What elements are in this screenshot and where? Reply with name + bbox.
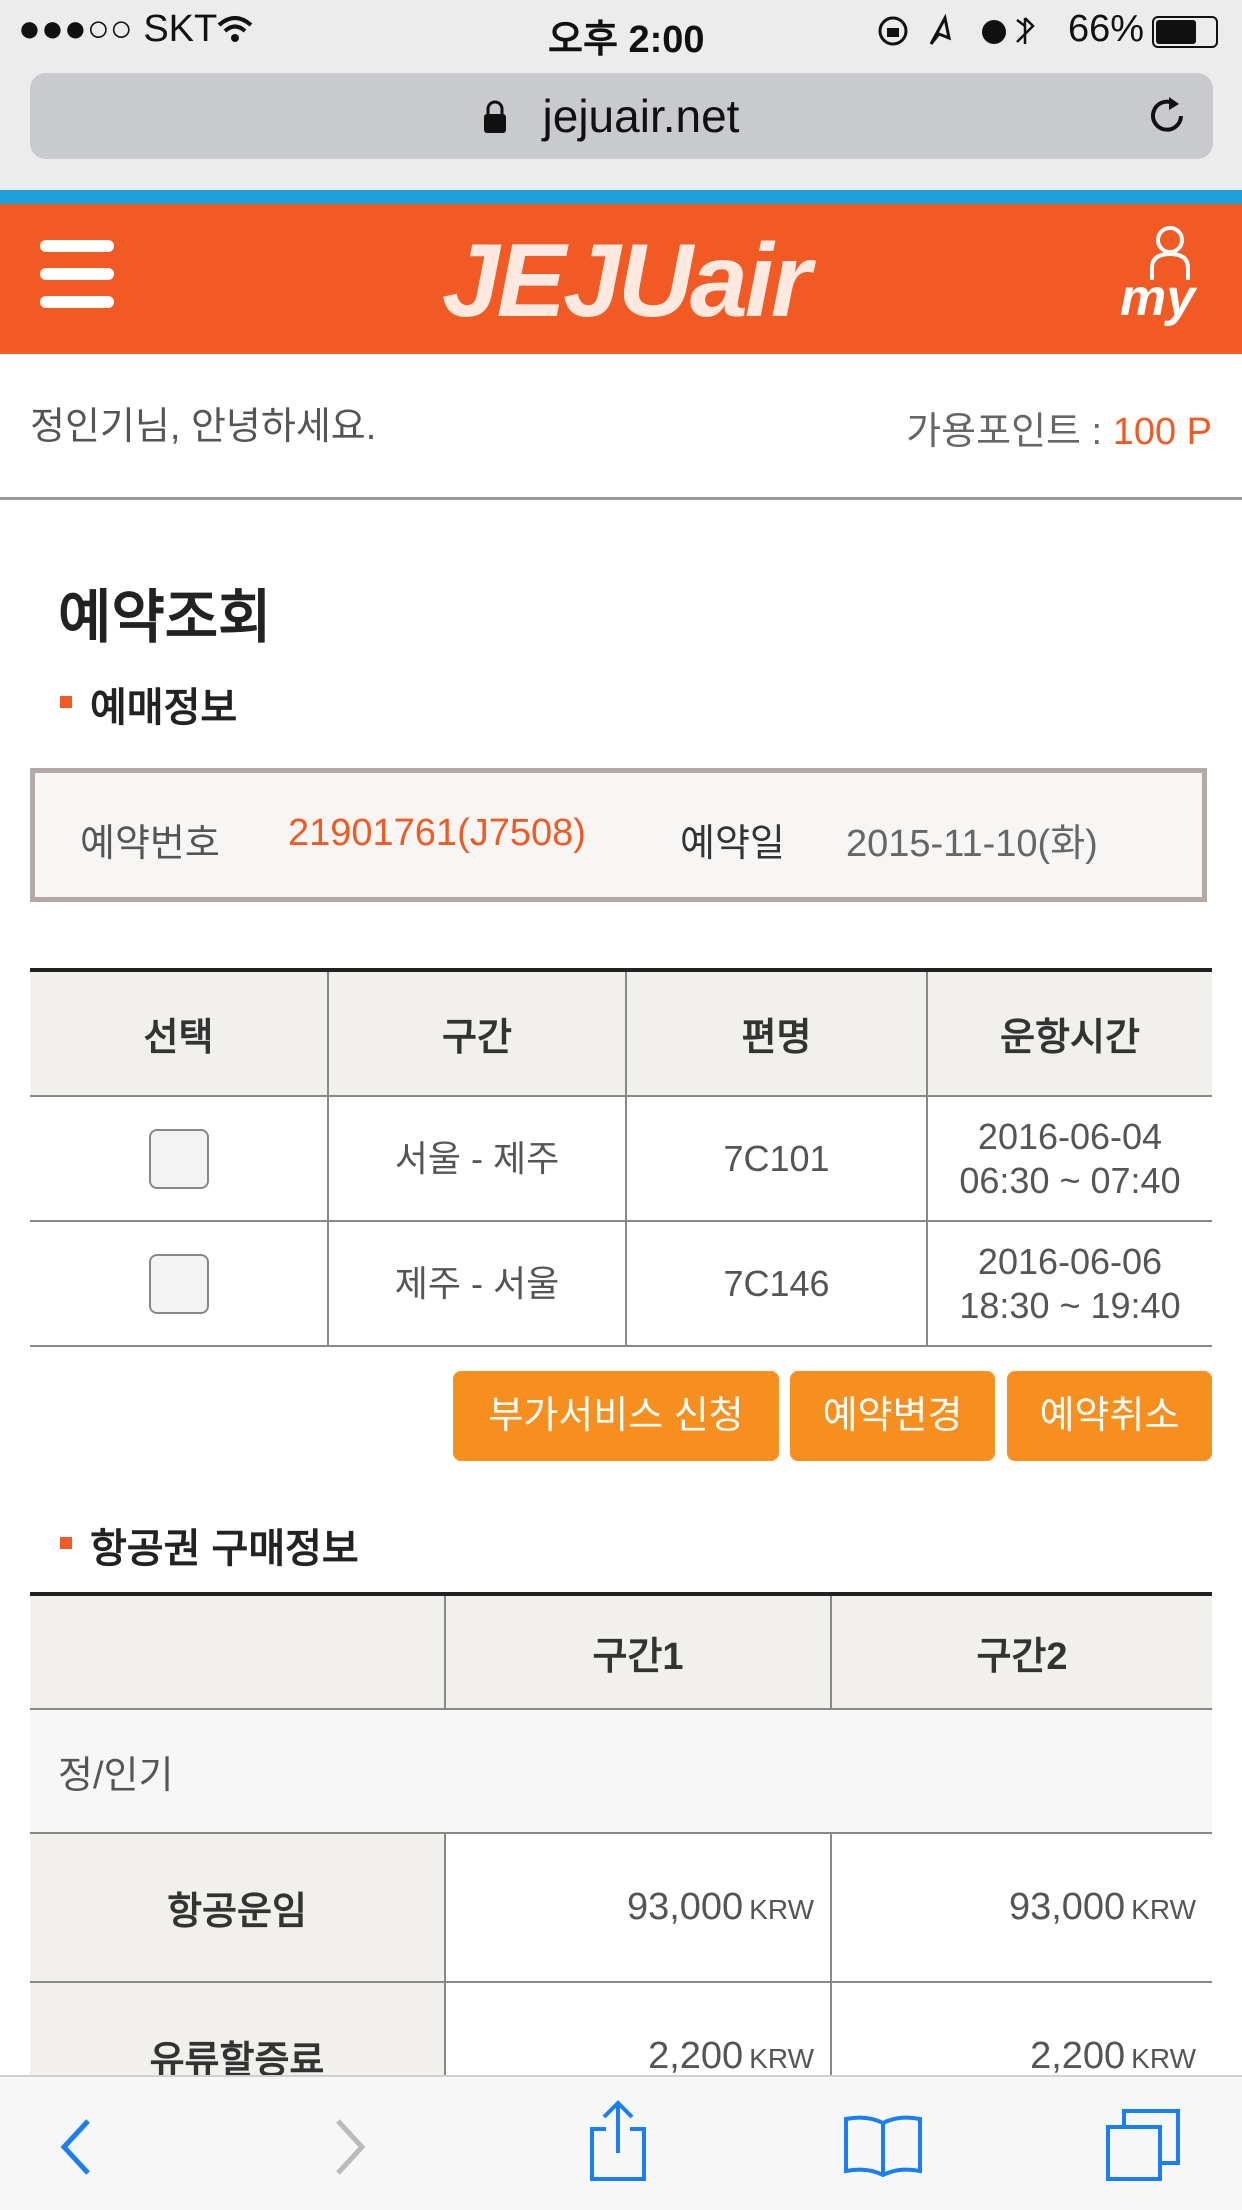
divider: [0, 497, 1242, 500]
route-cell: 서울 - 제주: [327, 1095, 627, 1222]
browser-toolbar: [0, 2075, 1242, 2210]
cancel-reservation-button[interactable]: 예약취소: [1007, 1371, 1212, 1461]
jejuair-logo[interactable]: JEJUair: [380, 222, 870, 341]
wifi-icon: [217, 16, 253, 42]
available-points: 가용포인트 : 100 P: [906, 400, 1212, 455]
schedule-cell: 2016-06-06 18:30 ~ 19:40: [926, 1220, 1212, 1347]
reservation-date-label: 예약일: [680, 823, 785, 865]
section-title-purchase: 항공권 구매정보: [90, 1527, 359, 1571]
schedule-cell: 2016-06-04 06:30 ~ 07:40: [926, 1095, 1212, 1222]
table-header-row: 선택 구간 편명 운항시간: [30, 970, 1212, 1097]
column-header: 구간: [327, 970, 627, 1097]
points-label: 가용포인트 :: [906, 411, 1113, 453]
purchase-table: 구간1 구간2 정/인기 항공운임 93,000 KRW 93,000 KRW 유류…: [30, 1592, 1212, 2132]
battery-percent: 66%: [1068, 8, 1145, 50]
select-cell: [30, 1220, 329, 1347]
column-header: 구간2: [830, 1594, 1212, 1710]
forward-icon[interactable]: [330, 2117, 370, 2177]
fare-label: 항공운임: [30, 1832, 446, 1983]
back-icon[interactable]: [56, 2117, 96, 2177]
carrier: ●●●○○ SKT: [18, 8, 218, 50]
amount: 93,000: [626, 1886, 744, 1928]
flight-select-checkbox[interactable]: [148, 1128, 209, 1189]
reservation-number-value: 21901761(J7508): [288, 812, 586, 854]
menu-icon[interactable]: [40, 240, 114, 312]
accent-bar: [0, 190, 1242, 204]
column-header: 운항시간: [926, 970, 1212, 1097]
status-icons: [878, 14, 1035, 46]
change-reservation-button[interactable]: 예약변경: [790, 1371, 995, 1461]
column-header: 편명: [625, 970, 928, 1097]
passenger-name: 정/인기: [30, 1708, 1212, 1834]
status-bar: ●●●○○ SKT 오후 2:00 66%: [0, 0, 1242, 61]
share-icon[interactable]: [588, 2099, 648, 2183]
fare-seg1: 93,000 KRW: [444, 1832, 832, 1983]
amount: 2,200: [648, 2035, 744, 2077]
bookmarks-icon[interactable]: [842, 2113, 924, 2177]
addon-service-button[interactable]: 부가서비스 신청: [453, 1371, 779, 1461]
reload-icon[interactable]: [1145, 94, 1189, 138]
flight-number-cell: 7C101: [625, 1095, 928, 1222]
flight-date: 2016-06-04: [977, 1115, 1163, 1157]
flight-date: 2016-06-06: [977, 1240, 1163, 1282]
amount: 2,200: [1030, 2035, 1126, 2077]
currency: KRW: [749, 2043, 814, 2074]
route-cell: 제주 - 서울: [327, 1220, 627, 1347]
passenger-row: 정/인기: [30, 1708, 1212, 1834]
flight-select-checkbox[interactable]: [148, 1253, 209, 1314]
column-header: 구간1: [444, 1594, 832, 1710]
flight-time: 18:30 ~ 19:40: [959, 1284, 1181, 1326]
section-title-reservation: 예매정보: [90, 686, 238, 730]
section-bullet-icon: [60, 1537, 72, 1549]
flights-table: 선택 구간 편명 운항시간 서울 - 제주 7C101 2016-06-04 06…: [30, 968, 1212, 1347]
fare-seg2: 93,000 KRW: [830, 1832, 1212, 1983]
currency: KRW: [1131, 2043, 1196, 2074]
my-label[interactable]: my: [1120, 268, 1195, 328]
currency: KRW: [1131, 1894, 1196, 1925]
battery-icon: [1152, 16, 1218, 48]
tabs-icon[interactable]: [1104, 2107, 1184, 2183]
clock: 오후 2:00: [548, 19, 705, 61]
page-title: 예약조회: [58, 585, 272, 650]
column-header: 선택: [30, 970, 329, 1097]
currency: KRW: [749, 1894, 814, 1925]
table-header-row: 구간1 구간2: [30, 1594, 1212, 1710]
table-row: 제주 - 서울 7C146 2016-06-06 18:30 ~ 19:40: [30, 1220, 1212, 1347]
amount: 93,000: [1008, 1886, 1126, 1928]
url-text[interactable]: jejuair.net: [0, 89, 1242, 143]
flight-time: 06:30 ~ 07:40: [959, 1159, 1181, 1201]
greeting-text: 정인기님, 안녕하세요.: [30, 406, 377, 448]
column-header: [30, 1594, 446, 1710]
reservation-date-value: 2015-11-10(화): [846, 823, 1098, 865]
table-row: 서울 - 제주 7C101 2016-06-04 06:30 ~ 07:40: [30, 1095, 1212, 1222]
section-bullet-icon: [60, 696, 72, 708]
points-value: 100 P: [1112, 411, 1212, 453]
reservation-number-label: 예약번호: [80, 823, 220, 865]
table-row: 항공운임 93,000 KRW 93,000 KRW: [30, 1832, 1212, 1983]
flight-number-cell: 7C146: [625, 1220, 928, 1347]
select-cell: [30, 1095, 329, 1222]
